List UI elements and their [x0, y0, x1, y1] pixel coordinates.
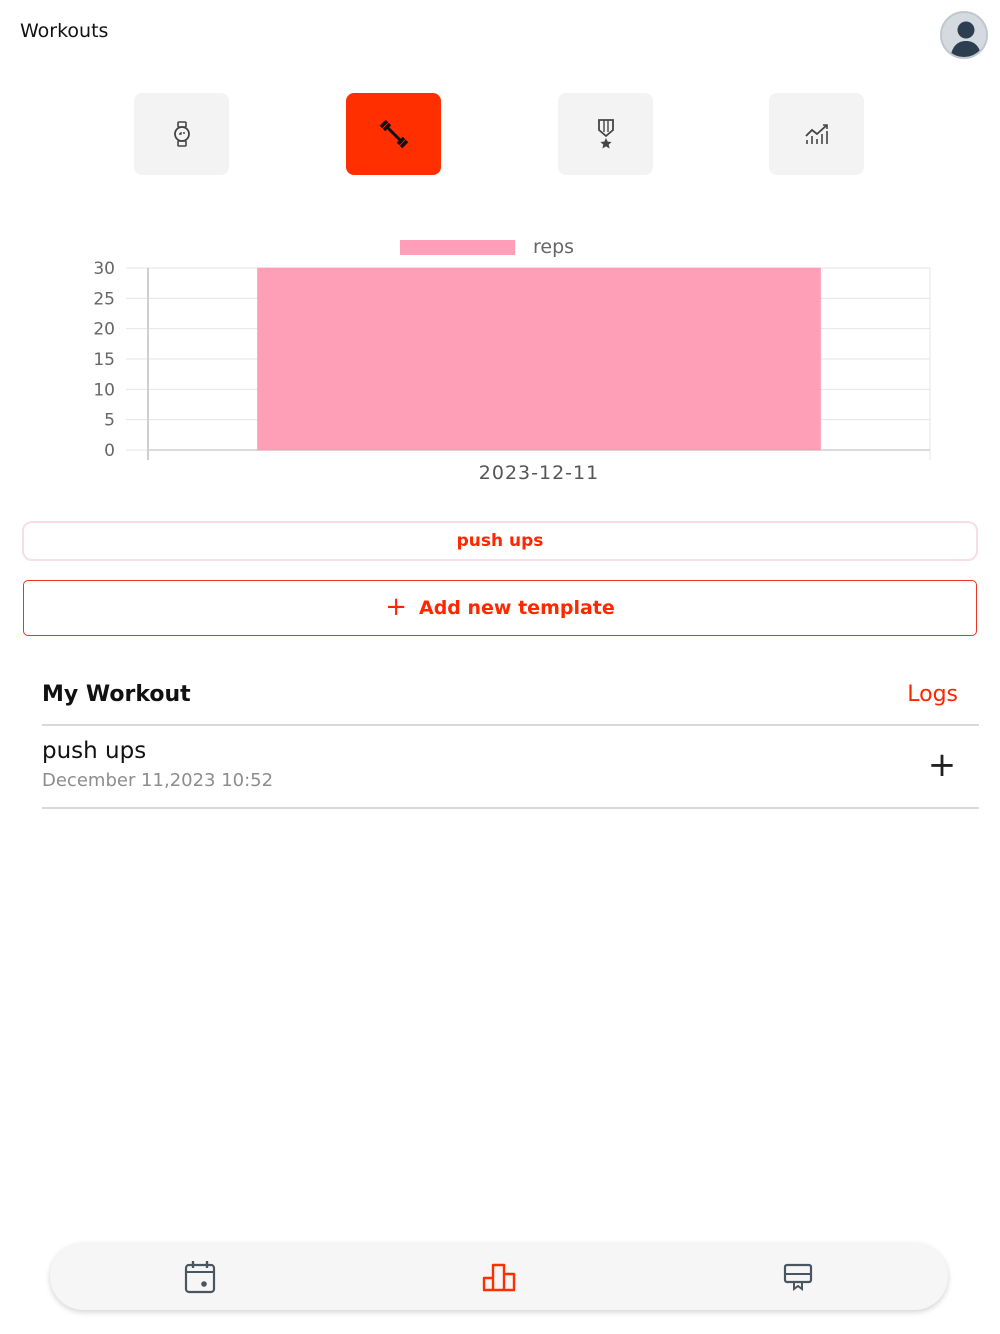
legend-label: reps — [533, 236, 574, 258]
y-tick-label: 20 — [93, 320, 115, 340]
chart-icon — [804, 124, 828, 144]
y-tick-label: 0 — [104, 441, 115, 461]
tab-watch[interactable] — [134, 93, 229, 175]
section-title: My Workout — [42, 682, 191, 707]
add-template-button[interactable]: + Add new template — [23, 580, 977, 636]
list-item[interactable]: push ups December 11,2023 10:52 + — [42, 726, 979, 806]
nav-statistics[interactable] — [479, 1257, 519, 1297]
exercise-filter[interactable]: push ups — [22, 521, 978, 561]
bar — [257, 267, 821, 451]
y-tick-label: 30 — [93, 259, 115, 279]
add-log-button[interactable]: + — [927, 748, 957, 782]
bar-chart-icon — [482, 1263, 516, 1292]
reps-chart: reps 30 25 20 15 10 5 0 2023-12-11 — [0, 228, 1000, 493]
y-tick-label: 5 — [104, 411, 115, 431]
category-tabs — [0, 93, 1000, 175]
user-icon — [950, 21, 982, 57]
plus-icon: + — [385, 591, 407, 622]
workout-name: push ups — [42, 738, 147, 764]
watch-icon — [173, 121, 190, 147]
tab-achievements[interactable] — [558, 93, 653, 175]
y-tick-label: 10 — [93, 380, 115, 400]
nav-calendar[interactable] — [180, 1257, 220, 1297]
nav-programs[interactable] — [778, 1257, 818, 1297]
calendar-icon — [184, 1261, 216, 1294]
x-tick-label: 2023-12-11 — [479, 462, 599, 484]
dumbbell-icon — [379, 119, 408, 149]
my-workout-header: My Workout Logs — [42, 670, 958, 722]
add-template-label: Add new template — [419, 597, 615, 619]
y-tick-label: 25 — [93, 289, 115, 309]
tab-statistics[interactable] — [769, 93, 864, 175]
legend-swatch — [400, 240, 515, 255]
logs-link[interactable]: Logs — [907, 682, 958, 707]
avatar[interactable] — [940, 11, 988, 59]
workout-date: December 11,2023 10:52 — [42, 770, 274, 791]
page-title: Workouts — [20, 20, 109, 42]
divider — [42, 807, 979, 809]
reps-bar-chart: reps 30 25 20 15 10 5 0 2023-12-11 — [93, 236, 931, 484]
y-tick-label: 15 — [93, 350, 115, 370]
medal-icon — [597, 119, 614, 149]
bottom-nav — [50, 1243, 948, 1310]
screen-icon — [783, 1263, 813, 1291]
tab-workouts[interactable] — [346, 93, 441, 175]
